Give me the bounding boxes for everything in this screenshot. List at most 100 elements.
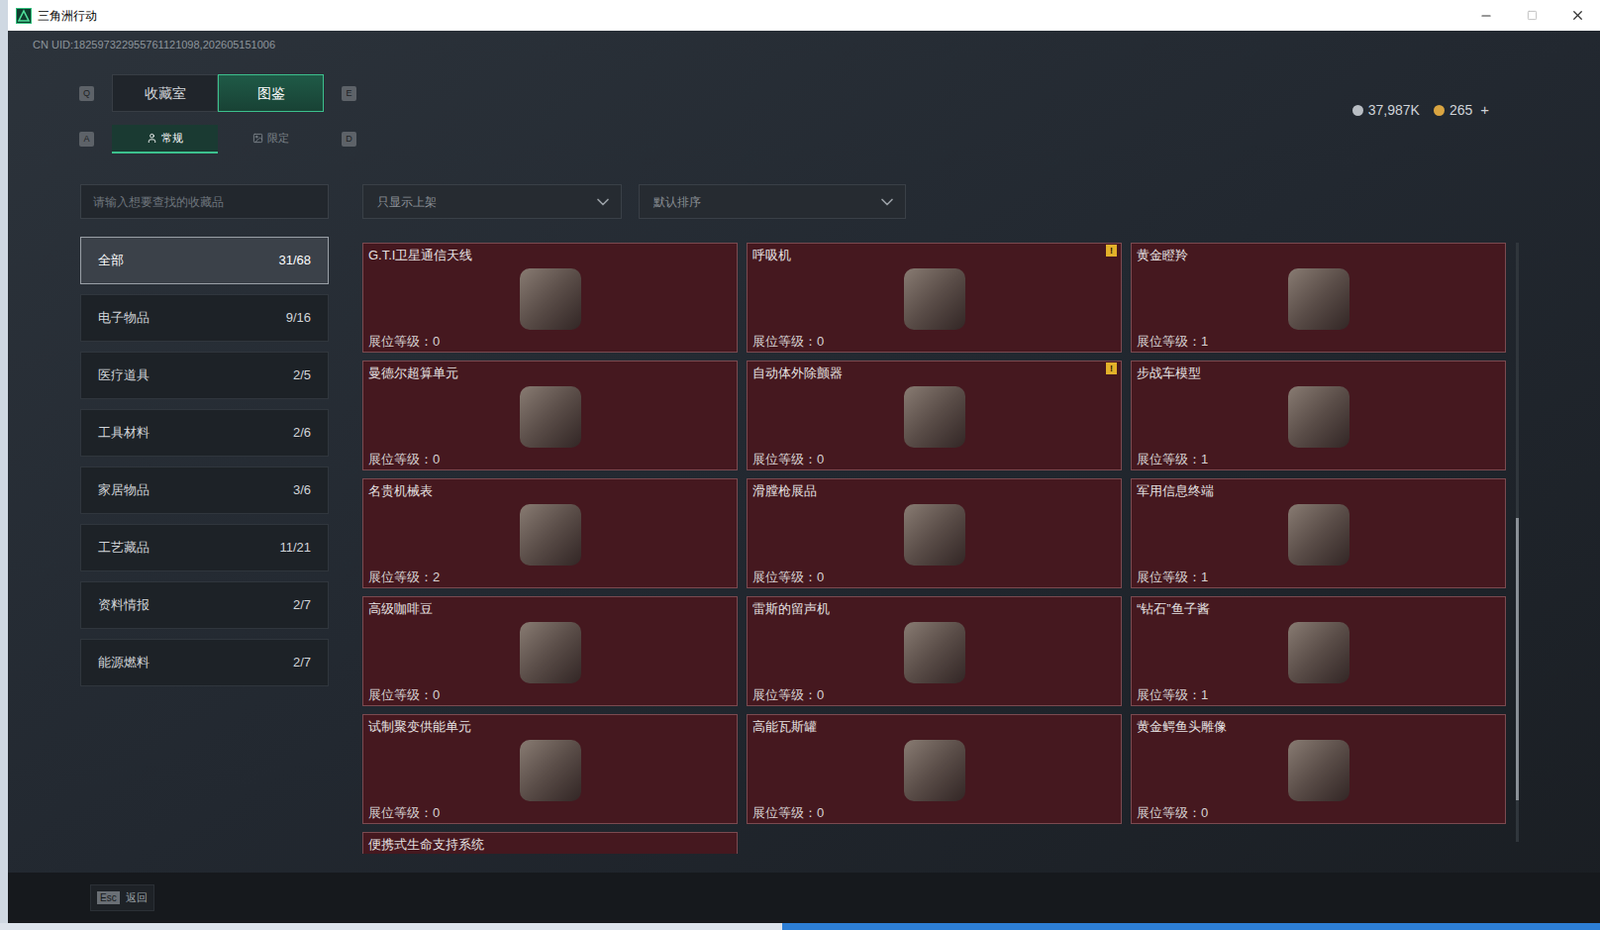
maximize-button[interactable]	[1508, 0, 1555, 31]
card-title: 黄金瞪羚	[1136, 246, 1500, 265]
card-title: G.T.I卫星通信天线	[368, 246, 732, 265]
uid-label: CN UID:182597322955761121098,20260515100…	[32, 37, 357, 52]
item-image	[1288, 739, 1350, 801]
sub-tab[interactable]: 限定	[217, 124, 324, 154]
currency: 37,987K	[1352, 100, 1420, 121]
main-content: 请输入想要查找的收藏品全部 31/68 电子物品 9/16 医疗道具2/5 工具材料2/6…	[7, 184, 1600, 854]
card-title: 高能瓦斯罐	[752, 717, 1116, 736]
category-item[interactable]: 资料情报2/7	[80, 581, 329, 629]
collection-card[interactable]: 高能瓦斯罐展位等级：0	[746, 713, 1122, 824]
collection-card[interactable]: 军用信息终端展位等级：1	[1130, 478, 1506, 589]
collection-card[interactable]: 名贵机械表展位等级：2	[362, 478, 738, 589]
booth-level: 展位等级：0	[752, 332, 1116, 350]
collection-card[interactable]: 黄金瞪羚展位等级：1	[1130, 242, 1506, 353]
card-title: 便携式生命支持系统	[368, 835, 732, 854]
minimize-button[interactable]	[1463, 0, 1509, 31]
limited-icon	[252, 132, 264, 144]
app-window: 三角洲行动CN UID:182597322955761121098,202605…	[7, 0, 1600, 923]
collection-card[interactable]: “钻石”鱼子酱展位等级：1	[1130, 596, 1506, 706]
category-item[interactable]: 能源燃料2/7	[80, 638, 329, 687]
booth-level: 展位等级：0	[368, 450, 732, 468]
collection-card[interactable]: 试制聚变供能单元展位等级：0	[362, 713, 738, 824]
collection-card[interactable]: 滑膛枪展品展位等级：0	[746, 478, 1122, 589]
sub-tab[interactable]: 常规	[111, 124, 218, 154]
maximize-icon	[1526, 9, 1538, 21]
item-image	[1288, 268, 1350, 330]
category-name: 全部	[98, 250, 124, 271]
collection-grid: G.T.I卫星通信天线展位等级：0呼吸机展位等级：0!黄金瞪羚展位等级：1曼德尔…	[362, 242, 1506, 854]
category-item[interactable]: 全部 31/68	[80, 236, 329, 285]
collection-card[interactable]: 便携式生命支持系统	[362, 831, 738, 854]
taskbar-strip	[0, 922, 1600, 930]
alert-badge: !	[1105, 244, 1117, 257]
category-item[interactable]: 电子物品 9/16	[80, 294, 329, 342]
card-title: 黄金鳄鱼头雕像	[1136, 717, 1500, 736]
close-button[interactable]	[1554, 0, 1600, 31]
chevron-down-icon	[593, 192, 613, 212]
category-name: 医疗道具	[98, 365, 150, 386]
filter-dropdown[interactable]: 默认排序	[638, 184, 906, 219]
filter-bar: 只显示上架默认排序	[362, 184, 1519, 219]
booth-level: 展位等级：0	[752, 803, 1116, 821]
card-title: 步战车模型	[1136, 364, 1500, 383]
category-item[interactable]: 工艺藏品11/21	[80, 523, 329, 572]
app-logo-icon	[15, 7, 32, 24]
sidebar: 请输入想要查找的收藏品全部 31/68 电子物品 9/16 医疗道具2/5 工具材料2/6…	[80, 184, 329, 854]
category-name: 工具材料	[98, 422, 150, 443]
category-name: 资料情报	[98, 595, 150, 615]
search-field[interactable]: 请输入想要查找的收藏品	[80, 184, 329, 219]
regular-icon	[146, 132, 158, 144]
main-tab[interactable]: 图鉴	[217, 74, 324, 112]
item-image	[519, 386, 582, 448]
collection-card[interactable]: 曼德尔超算单元展位等级：0	[362, 360, 738, 471]
alert-badge: !	[1105, 362, 1117, 375]
game-body: CN UID:182597322955761121098,20260515100…	[7, 30, 1600, 923]
item-image	[903, 386, 966, 448]
category-count: 11/21	[279, 537, 311, 558]
card-title: 曼德尔超算单元	[368, 364, 732, 383]
item-image	[1288, 386, 1350, 448]
collection-card[interactable]: 自动体外除颤器展位等级：0!	[746, 360, 1122, 471]
background-window-strip	[0, 0, 8, 923]
item-image	[519, 739, 582, 801]
card-title: 名贵机械表	[368, 482, 732, 500]
scrollbar-thumb[interactable]	[1515, 517, 1519, 800]
item-image	[1288, 621, 1350, 684]
category-item[interactable]: 工具材料2/6	[80, 408, 329, 457]
category-name: 能源燃料	[98, 652, 150, 673]
category-item[interactable]: 家居物品3/6	[80, 466, 329, 514]
currency: 265	[1433, 100, 1473, 121]
filter-dropdown[interactable]: 只显示上架	[362, 184, 622, 219]
main-tab[interactable]: 收藏室	[111, 74, 218, 112]
category-count: 31/68	[278, 250, 311, 271]
main-tabs: Q 收藏室图鉴 E	[79, 74, 357, 112]
category-item[interactable]: 医疗道具2/5	[80, 351, 329, 400]
collection-card[interactable]: G.T.I卫星通信天线展位等级：0	[362, 242, 738, 353]
collection-card[interactable]: 步战车模型展位等级：1	[1130, 360, 1506, 471]
booth-level: 展位等级：0	[368, 686, 732, 703]
card-title: 自动体外除颤器	[752, 364, 1116, 383]
next-tab-key[interactable]: E	[341, 86, 357, 101]
card-title: “钻石”鱼子酱	[1136, 600, 1500, 618]
add-currency-button[interactable]: +	[1480, 99, 1490, 122]
collection-card[interactable]: 高级咖啡豆展位等级：0	[362, 596, 738, 706]
booth-level: 展位等级：2	[368, 568, 732, 586]
category-count: 9/16	[286, 307, 311, 328]
back-button[interactable]: Esc返回	[90, 884, 155, 911]
card-title: 雷斯的留声机	[752, 600, 1116, 618]
item-image	[1288, 503, 1350, 566]
prev-subtab-key[interactable]: A	[79, 131, 95, 147]
collection-card[interactable]: 黄金鳄鱼头雕像展位等级：0	[1130, 713, 1506, 824]
collection-card[interactable]: 呼吸机展位等级：0!	[746, 242, 1122, 353]
item-image	[519, 621, 582, 684]
next-subtab-key[interactable]: D	[341, 131, 357, 147]
category-name: 电子物品	[98, 307, 150, 328]
item-image	[903, 503, 966, 566]
prev-tab-key[interactable]: Q	[79, 86, 95, 101]
collection-card[interactable]: 雷斯的留声机展位等级：0	[746, 596, 1122, 706]
booth-level: 展位等级：1	[1136, 568, 1500, 586]
scrollbar-track[interactable]	[1515, 242, 1519, 842]
esc-key: Esc	[97, 891, 120, 904]
booth-level: 展位等级：1	[1136, 450, 1500, 468]
coin-icon	[1433, 104, 1445, 116]
